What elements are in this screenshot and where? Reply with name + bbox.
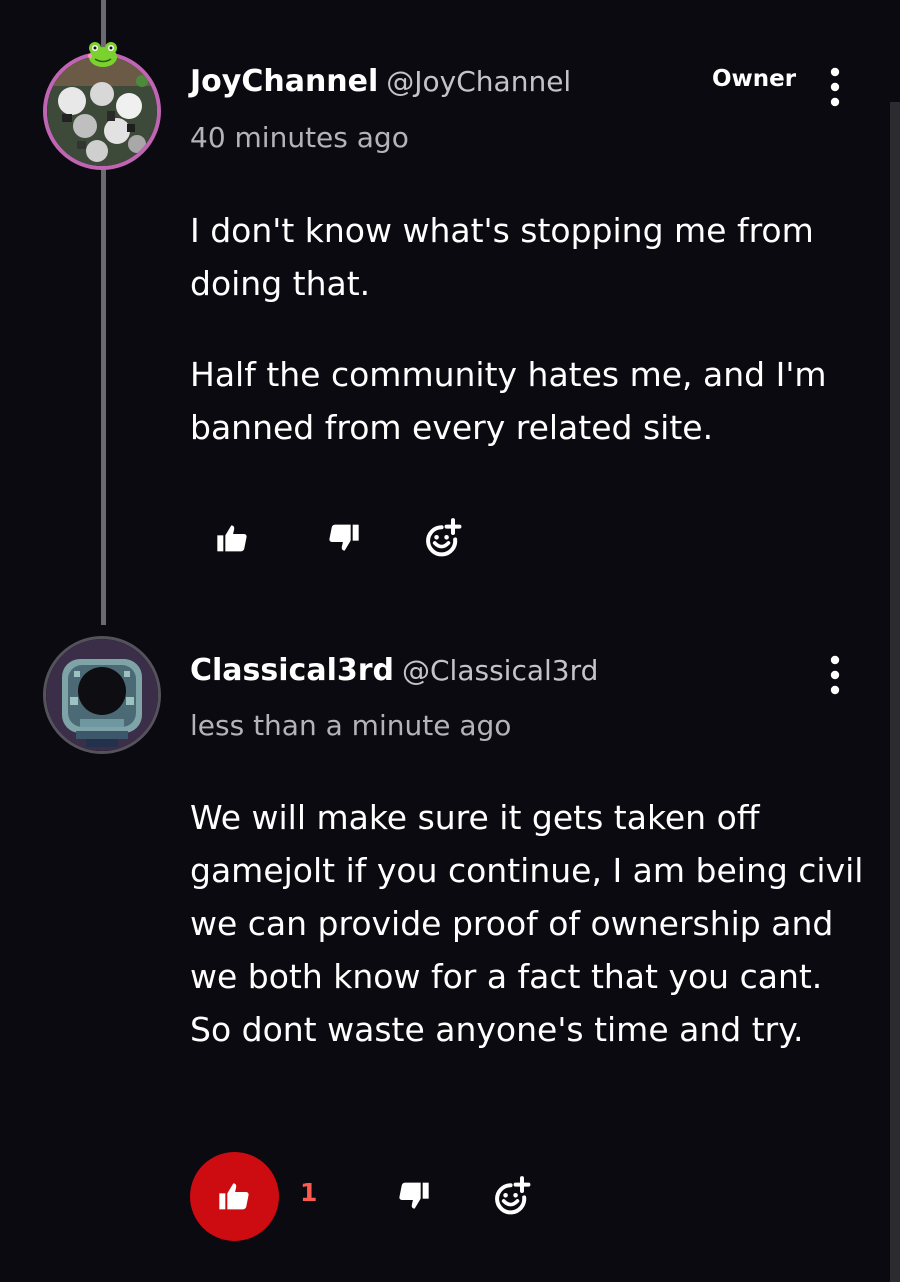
- like-button-active[interactable]: [190, 1152, 279, 1241]
- dislike-button[interactable]: [328, 522, 360, 554]
- thumbs-down-icon: [398, 1180, 430, 1212]
- add-reaction-icon: [423, 518, 463, 558]
- avatar[interactable]: [43, 636, 161, 754]
- user-handle[interactable]: @JoyChannel: [386, 65, 571, 98]
- comment-timestamp[interactable]: less than a minute ago: [190, 709, 511, 742]
- thumbs-up-icon: [218, 1180, 250, 1212]
- username[interactable]: JoyChannel: [190, 64, 378, 99]
- comment-body: I don't know what's stopping me from doi…: [190, 204, 870, 454]
- user-handle[interactable]: @Classical3rd: [402, 654, 598, 687]
- like-count: 1: [300, 1178, 318, 1207]
- add-reaction-button[interactable]: [492, 1176, 532, 1216]
- more-options-button[interactable]: [820, 650, 850, 700]
- like-button[interactable]: [216, 522, 248, 554]
- username[interactable]: Classical3rd: [190, 653, 394, 688]
- more-vertical-icon: [830, 655, 840, 695]
- thumbs-up-icon: [216, 522, 248, 554]
- comment-paragraph: I don't know what's stopping me from doi…: [190, 211, 814, 303]
- comment-body: We will make sure it gets taken off game…: [190, 791, 870, 1056]
- thumbs-down-icon: [328, 522, 360, 554]
- dislike-button[interactable]: [398, 1180, 430, 1212]
- add-reaction-button[interactable]: [423, 518, 463, 558]
- more-vertical-icon: [830, 67, 840, 107]
- comment-timestamp[interactable]: 40 minutes ago: [190, 121, 409, 154]
- owner-badge: Owner: [712, 66, 797, 92]
- scrollbar[interactable]: [890, 102, 900, 1282]
- comment-header: JoyChannel @JoyChannel: [190, 64, 571, 99]
- comment-paragraph: We will make sure it gets taken off game…: [190, 798, 864, 1049]
- add-reaction-icon: [492, 1176, 532, 1216]
- more-options-button[interactable]: [820, 62, 850, 112]
- comment-header: Classical3rd @Classical3rd: [190, 653, 598, 688]
- frog-badge-icon: [86, 40, 120, 72]
- comment-paragraph: Half the community hates me, and I'm ban…: [190, 355, 827, 447]
